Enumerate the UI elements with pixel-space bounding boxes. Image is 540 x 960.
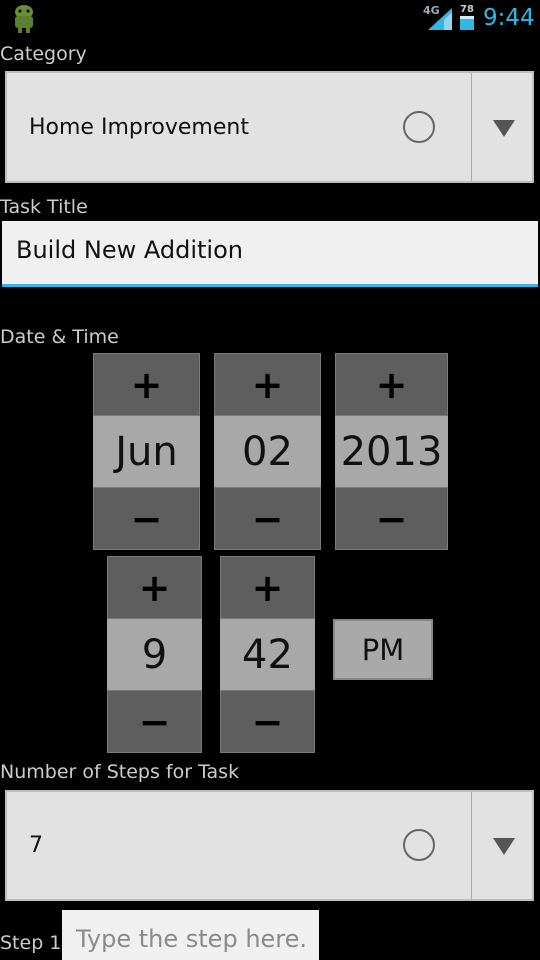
radio-circle-icon [403,111,435,143]
steps-label: Number of Steps for Task [0,761,240,783]
year-picker: + 2013 − [335,353,448,550]
hour-decrement-button[interactable]: − [107,690,202,753]
signal-icon [428,8,452,30]
step1-input[interactable] [62,910,319,960]
task-title-input[interactable] [2,221,538,287]
category-selected-value: Home Improvement [29,115,249,140]
android-app-icon [15,5,33,33]
minute-value[interactable]: 42 [220,619,315,690]
steps-spinner[interactable]: 7 [5,790,534,901]
category-label: Category [0,43,87,65]
spinner-divider [471,73,472,181]
steps-selected-value: 7 [29,833,43,858]
hour-picker: + 9 − [107,556,202,753]
task-title-label: Task Title [0,196,88,218]
minute-picker: + 42 − [220,556,315,753]
dropdown-arrow-icon[interactable] [493,838,515,855]
year-increment-button[interactable]: + [335,353,448,416]
category-spinner[interactable]: Home Improvement [5,71,534,183]
battery-icon [460,16,474,30]
step1-label: Step 1 [0,932,62,954]
minute-increment-button[interactable]: + [220,556,315,619]
year-value[interactable]: 2013 [335,416,448,487]
spinner-divider [471,792,472,899]
hour-increment-button[interactable]: + [107,556,202,619]
radio-circle-icon [403,829,435,861]
day-value[interactable]: 02 [214,416,321,487]
day-picker: + 02 − [214,353,321,550]
date-time-label: Date & Time [0,326,119,348]
year-decrement-button[interactable]: − [335,487,448,550]
month-picker: + Jun − [93,353,200,550]
month-value[interactable]: Jun [93,416,200,487]
status-clock: 9:44 [483,5,535,31]
month-decrement-button[interactable]: − [93,487,200,550]
status-bar: 4G 78 9:44 [0,0,540,38]
day-decrement-button[interactable]: − [214,487,321,550]
minute-decrement-button[interactable]: − [220,690,315,753]
dropdown-arrow-icon[interactable] [493,120,515,137]
day-increment-button[interactable]: + [214,353,321,416]
hour-value[interactable]: 9 [107,619,202,690]
month-increment-button[interactable]: + [93,353,200,416]
ampm-toggle-button[interactable]: PM [333,619,433,680]
